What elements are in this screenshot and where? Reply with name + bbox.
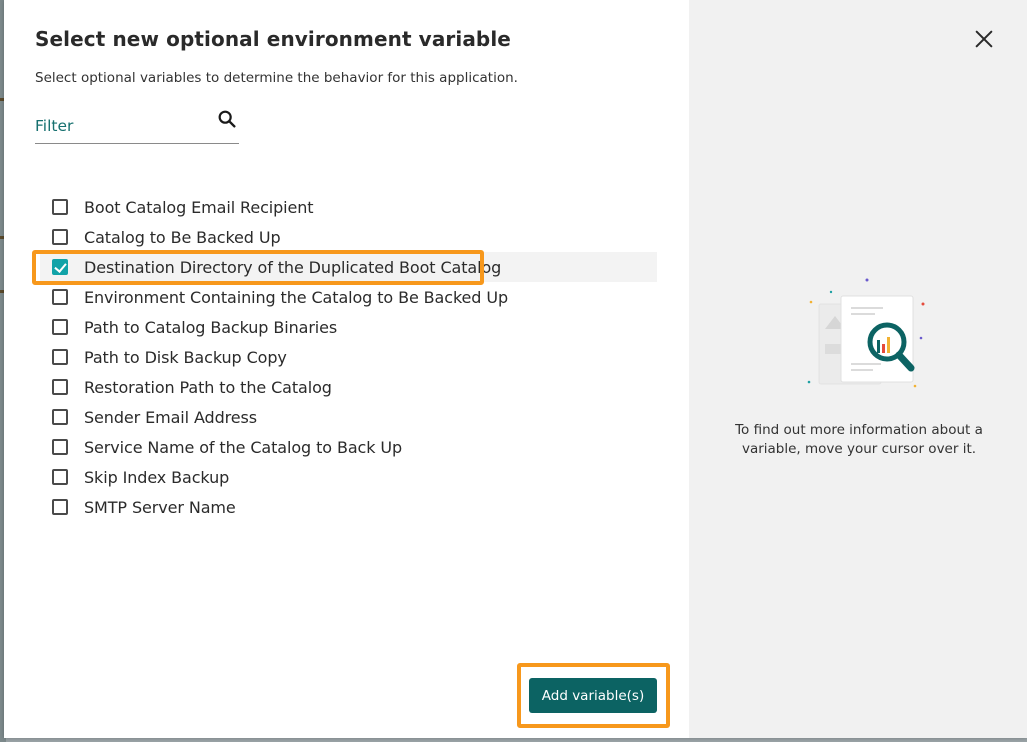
variable-label: Service Name of the Catalog to Back Up [84,437,403,457]
checkbox[interactable] [52,379,68,395]
filter-input[interactable] [35,114,210,138]
variable-dialog: Select new optional environment variable… [4,0,1027,738]
close-icon[interactable] [973,28,995,50]
variable-item[interactable]: SMTP Server Name [40,492,657,522]
checkbox[interactable] [52,499,68,515]
variable-item[interactable]: Restoration Path to the Catalog [40,372,657,402]
variable-label: Boot Catalog Email Recipient [84,197,314,217]
variable-item[interactable]: Skip Index Backup [40,462,657,492]
dialog-main-panel: Select new optional environment variable… [4,0,689,738]
search-icon[interactable] [216,108,238,130]
variable-item[interactable]: Service Name of the Catalog to Back Up [40,432,657,462]
variable-item[interactable]: Boot Catalog Email Recipient [40,192,657,222]
variable-label: Path to Disk Backup Copy [84,347,287,367]
variable-item[interactable]: Destination Directory of the Duplicated … [40,252,657,282]
checkbox[interactable] [52,439,68,455]
checkbox[interactable] [52,289,68,305]
variable-label: Skip Index Backup [84,467,230,487]
checkbox[interactable] [52,349,68,365]
variable-label: SMTP Server Name [84,497,236,517]
checkbox[interactable] [52,469,68,485]
variable-label: Catalog to Be Backed Up [84,227,281,247]
variable-label: Destination Directory of the Duplicated … [84,257,502,277]
variable-label: Environment Containing the Catalog to Be… [84,287,509,307]
dialog-subtitle: Select optional variables to determine t… [35,70,518,86]
checkbox[interactable] [52,319,68,335]
variable-label: Sender Email Address [84,407,258,427]
variable-item[interactable]: Sender Email Address [40,402,657,432]
variable-label: Restoration Path to the Catalog [84,377,332,397]
variable-item[interactable]: Catalog to Be Backed Up [40,222,657,252]
checkbox[interactable] [52,409,68,425]
info-side-panel: To find out more information about a var… [689,0,1027,738]
variable-item[interactable]: Path to Catalog Backup Binaries [40,312,657,342]
checkbox[interactable] [52,229,68,245]
dialog-title: Select new optional environment variable [35,27,511,51]
checkbox[interactable] [52,199,68,215]
filter-field [35,106,239,144]
variable-item[interactable]: Path to Disk Backup Copy [40,342,657,372]
document-magnifier-icon [807,278,925,388]
info-text: To find out more information about a var… [735,422,983,457]
variable-label: Path to Catalog Backup Binaries [84,317,338,337]
variable-list: Boot Catalog Email Recipient Catalog to B… [40,192,657,522]
checkbox-checked[interactable] [52,259,68,275]
add-variables-button[interactable]: Add variable(s) [529,678,657,713]
variable-item[interactable]: Environment Containing the Catalog to Be… [40,282,657,312]
